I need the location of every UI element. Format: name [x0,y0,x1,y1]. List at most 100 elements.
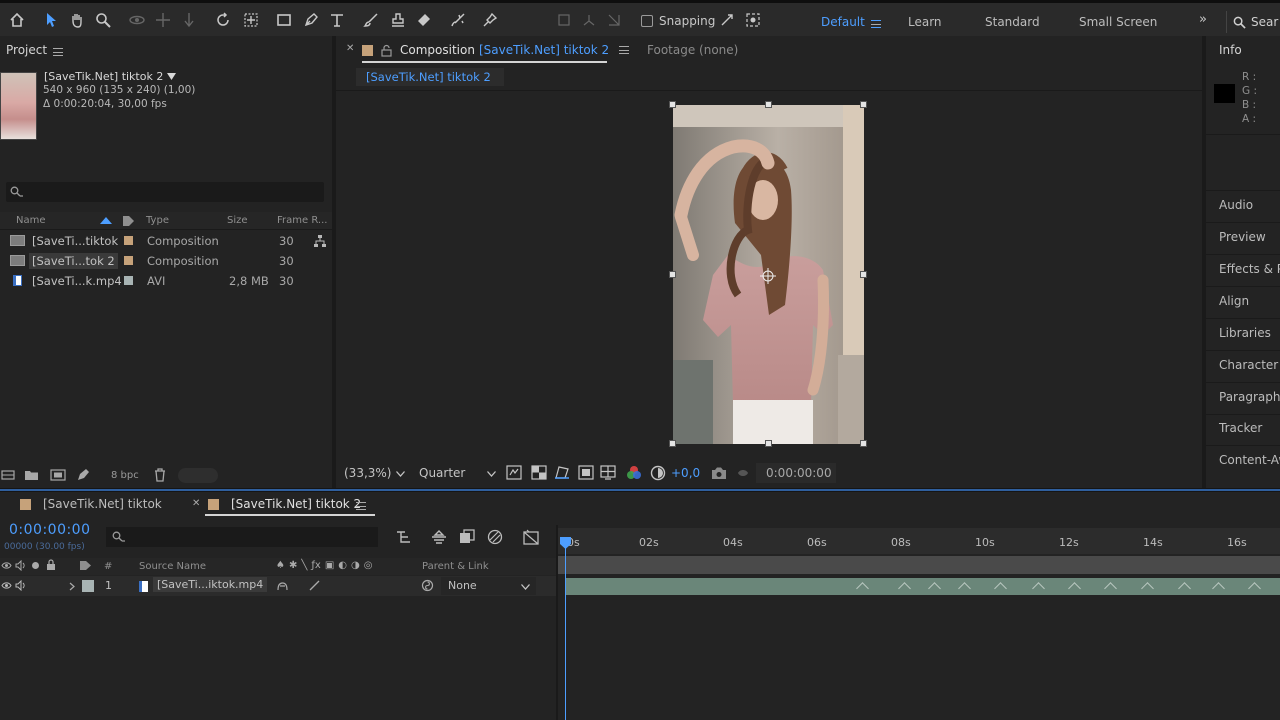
column-size[interactable]: Size [227,215,248,226]
pen-nib-icon[interactable] [76,468,90,482]
anchor-point-tool-icon[interactable] [240,9,262,31]
close-tab-icon[interactable]: ✕ [192,498,200,509]
transform-handle[interactable] [860,440,867,447]
dolly-tool-icon[interactable] [178,9,200,31]
panel-effects-presets[interactable]: Effects & Pr [1219,262,1280,276]
project-item-name[interactable]: [SaveTik.Net] tiktok 2 [44,70,177,83]
column-frame-rate[interactable]: Frame R... [277,215,327,226]
rgb-channels-icon[interactable] [626,465,642,481]
snap-edges-icon[interactable] [716,9,738,31]
motion-blur-switch-icon[interactable]: ◐ [338,560,347,571]
panel-preview[interactable]: Preview [1219,230,1266,244]
frame-blending-icon[interactable] [459,529,475,545]
workspace-default[interactable]: Default [821,15,865,29]
collapse-icon[interactable]: ✱ [289,560,297,571]
layer-duration-bar[interactable] [566,578,1280,595]
sort-ascending-icon[interactable] [100,217,112,224]
lock-icon[interactable] [46,559,56,571]
viewer-timecode[interactable]: 0:00:00:00 [766,466,832,480]
axis-view-icon[interactable] [603,9,625,31]
clone-stamp-tool-icon[interactable] [387,9,409,31]
label-swatch[interactable] [124,256,133,265]
anchor-point-icon[interactable] [759,267,777,285]
transform-handle[interactable] [860,271,867,278]
column-name[interactable]: Name [16,215,46,226]
timeline-search-input[interactable] [106,527,378,547]
column-type[interactable]: Type [146,215,169,226]
pen-tool-icon[interactable] [300,9,322,31]
transform-handle[interactable] [860,101,867,108]
timeline-current-time[interactable]: 0:00:00:00 [9,522,91,538]
quality-icon[interactable]: ╲ [301,560,307,571]
thumbnail-size-slider[interactable] [178,468,218,483]
adjustment-layer-icon[interactable]: ◑ [351,560,360,571]
axis-world-icon[interactable] [578,9,600,31]
workspace-menu-icon[interactable] [871,18,881,31]
label-column-icon[interactable] [79,560,92,571]
mask-visibility-icon[interactable] [554,465,570,480]
close-tab-icon[interactable]: ✕ [346,43,354,54]
current-time-indicator[interactable] [559,536,572,550]
audio-icon[interactable] [15,560,26,571]
expand-arrow-icon[interactable] [69,582,75,591]
transparency-grid-icon[interactable] [531,465,547,480]
selection-tool-icon[interactable] [40,9,62,31]
workspace-overflow-icon[interactable]: » [1199,12,1207,27]
work-area-bar[interactable] [558,556,1280,574]
show-snapshot-icon[interactable] [736,466,750,480]
grid-guides-icon[interactable] [600,465,616,480]
project-panel-menu-icon[interactable] [53,46,63,59]
axis-local-icon[interactable] [553,9,575,31]
footage-tab[interactable]: Footage (none) [647,43,738,57]
zoom-dropdown[interactable]: (33,3%) [344,466,391,480]
rectangle-tool-icon[interactable] [273,9,295,31]
hand-tool-icon[interactable] [66,9,88,31]
draft-3d-icon[interactable] [430,530,448,544]
workspace-small-screen[interactable]: Small Screen [1079,15,1157,29]
home-icon[interactable] [6,9,28,31]
project-row[interactable]: [SaveTi...tok 2 Composition 30 [0,251,332,271]
snapshot-camera-icon[interactable] [711,466,727,480]
audio-icon[interactable] [15,580,26,591]
label-swatch[interactable] [82,580,94,592]
lock-icon[interactable] [381,44,392,57]
chevron-down-icon[interactable] [487,471,496,477]
brush-tool-icon[interactable] [360,9,382,31]
transform-handle[interactable] [765,440,772,447]
workspace-standard[interactable]: Standard [985,15,1040,29]
shy-switch-icon[interactable] [276,580,289,592]
pick-whip-icon[interactable] [421,579,434,592]
timeline-tab-tiktok[interactable]: [SaveTik.Net] tiktok [43,497,162,511]
panel-align[interactable]: Align [1219,294,1249,308]
panel-paragraph[interactable]: Paragraph [1219,390,1280,404]
solo-icon[interactable] [31,561,40,570]
panel-character[interactable]: Character [1219,358,1278,372]
time-ruler[interactable] [558,528,1280,554]
interpret-footage-icon[interactable] [1,469,15,481]
puppet-pin-tool-icon[interactable] [479,9,501,31]
transform-handle[interactable] [669,271,676,278]
chevron-down-icon[interactable] [396,471,405,477]
composition-subtab[interactable]: [SaveTik.Net] tiktok 2 [356,68,504,86]
new-composition-icon[interactable] [50,469,66,481]
layer-row[interactable]: 1 [SaveTi...iktok.mp4 None [0,576,556,596]
new-folder-icon[interactable] [24,469,39,481]
3d-layer-icon[interactable]: ◎ [364,560,373,571]
column-source-name[interactable]: Source Name [139,561,206,572]
transform-handle[interactable] [669,440,676,447]
eye-icon[interactable] [1,561,12,570]
transform-handle[interactable] [669,101,676,108]
help-search[interactable]: Sear [1226,11,1280,33]
snap-features-icon[interactable] [742,9,764,31]
info-panel-title[interactable]: Info [1219,43,1242,57]
eraser-tool-icon[interactable] [413,9,435,31]
transform-handle[interactable] [765,101,772,108]
quality-switch-icon[interactable] [309,580,320,591]
panel-libraries[interactable]: Libraries [1219,326,1271,340]
shy-icon[interactable]: ♠ [276,560,285,571]
frame-blend-icon[interactable]: ▣ [325,560,334,571]
motion-blur-icon[interactable] [487,529,503,545]
project-panel-title[interactable]: Project [6,43,47,57]
snapping-checkbox[interactable] [641,15,653,27]
orbit-tool-icon[interactable] [126,9,148,31]
